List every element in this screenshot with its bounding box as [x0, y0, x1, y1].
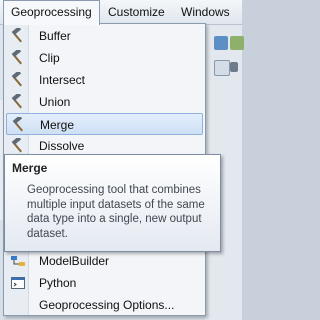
menu-customize[interactable]: Customize [101, 0, 172, 24]
toolbar-map-icon[interactable] [214, 36, 228, 50]
merge-tooltip: Merge Geoprocessing tool that combines m… [4, 154, 221, 252]
hammer-icon [12, 117, 23, 132]
menu-item-label: Intersect [39, 73, 86, 87]
hammer-icon [11, 72, 22, 87]
menu-item-label: Buffer [39, 29, 71, 43]
menu-item-merge[interactable]: Merge [6, 113, 203, 135]
toolbar-dropdown-icon[interactable] [230, 62, 238, 72]
menu-item-label: Merge [40, 118, 75, 132]
menu-item-intersect[interactable]: Intersect [6, 69, 203, 91]
menu-item-union[interactable]: Union [6, 91, 203, 113]
menu-item-python[interactable]: Python [6, 272, 203, 294]
menu-item-label: Python [39, 276, 77, 290]
hammer-icon [11, 94, 22, 109]
menu-bar: Geoprocessing Customize Windows [0, 0, 242, 25]
menu-item-label: ModelBuilder [39, 254, 110, 268]
toolbar-layer-icon[interactable] [230, 36, 244, 50]
menu-item-modelbuilder[interactable]: ModelBuilder [6, 250, 203, 272]
hammer-icon [11, 138, 22, 153]
menu-geoprocessing[interactable]: Geoprocessing [3, 0, 100, 25]
menu-item-label: Union [39, 95, 71, 109]
menu-item-buffer[interactable]: Buffer [6, 25, 203, 47]
hammer-icon [11, 50, 22, 65]
hammer-icon [11, 28, 22, 43]
python-window-icon [11, 277, 25, 289]
menu-item-label: Clip [39, 51, 60, 65]
tooltip-body: Geoprocessing tool that combines multipl… [27, 184, 205, 240]
toolbar-zoom-icon[interactable] [214, 60, 230, 76]
menu-item-geoprocessing-options[interactable]: Geoprocessing Options... [6, 294, 203, 316]
tooltip-title: Merge [12, 161, 48, 175]
menu-windows[interactable]: Windows [174, 0, 237, 24]
modelbuilder-icon [11, 256, 25, 266]
menu-item-clip[interactable]: Clip [6, 47, 203, 69]
menu-item-label: Geoprocessing Options... [39, 298, 175, 312]
